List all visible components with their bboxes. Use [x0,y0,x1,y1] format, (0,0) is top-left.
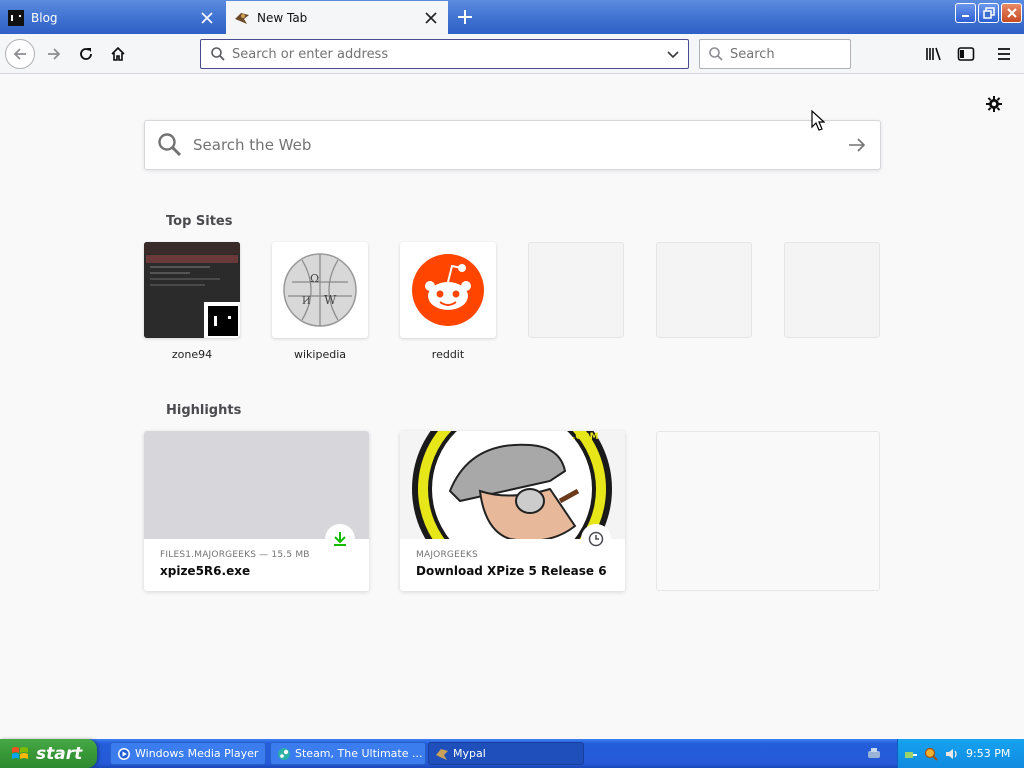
forward-button[interactable] [40,40,68,68]
home-button[interactable] [104,40,132,68]
top-sites-heading: Top Sites [166,214,233,229]
new-tab-plus-icon[interactable] [456,8,474,26]
close-tab-icon[interactable] [198,9,216,27]
tab-title: New Tab [257,10,308,25]
windows-logo-icon [10,745,30,763]
top-site-empty-slot[interactable] [528,242,624,338]
top-site-label: zone94 [171,348,213,361]
safely-remove-hardware-icon[interactable] [904,747,918,761]
download-icon [325,524,355,554]
taskbar: start Windows Media Player Steam, The Ul… [0,739,1024,768]
search-tray-icon[interactable] [924,747,938,761]
top-site-label: reddit [431,348,465,361]
search-bar[interactable] [699,39,900,69]
mypal-favicon-icon [234,10,250,26]
card-title: xpize5R6.exe [160,564,251,578]
media-player-icon [117,747,131,761]
reload-button[interactable] [72,40,100,68]
network-icon[interactable] [866,745,882,761]
mypal-icon [435,747,449,761]
title-bar: Blog New Tab [0,0,1024,34]
system-tray: 9:53 PM [897,739,1024,768]
top-site-empty-slot[interactable] [656,242,752,338]
close-window-button[interactable] [1001,3,1022,23]
top-site-empty-slot[interactable] [784,242,880,338]
top-site-label: wikipedia [293,348,346,361]
hamburger-menu-icon[interactable] [990,40,1018,68]
address-bar[interactable] [200,39,689,69]
highlight-empty-slot [656,431,880,591]
svg-text:W: W [324,293,337,307]
svg-text:Ω: Ω [310,272,319,285]
steam-icon [277,747,291,761]
zone94-screenshot [144,242,240,338]
task-label: Steam, The Ultimate ... [295,747,423,760]
search-icon [157,132,183,158]
top-site-wikipedia[interactable]: Ω W И [272,242,368,338]
card-source: MAJORGEEKS [416,550,478,560]
svg-text:И: И [302,296,311,307]
taskbar-item-windows-media-player[interactable]: Windows Media Player [110,742,266,765]
reddit-logo-icon [412,254,484,326]
blog-favicon-icon [8,10,24,26]
start-button[interactable]: start [0,739,97,768]
chevron-down-icon[interactable] [666,47,680,61]
card-thumbnail [144,431,369,539]
top-site-zone94[interactable] [144,242,240,338]
web-search-box[interactable] [144,120,881,170]
library-button[interactable] [920,40,948,68]
tab-new-tab[interactable]: New Tab [226,1,448,34]
top-site-reddit[interactable] [400,242,496,338]
svg-text:.COM: .COM [572,432,599,442]
tab-title: Blog [31,11,58,25]
wikipedia-globe-icon: Ω W И [283,253,357,327]
highlights-heading: Highlights [166,403,242,418]
card-source: FILES1.MAJORGEEKS — 15.5 MB [160,550,310,560]
gear-icon[interactable] [984,94,1004,114]
back-button[interactable] [5,39,35,69]
start-label: start [36,743,83,764]
volume-icon[interactable] [944,747,958,761]
search-input[interactable] [730,46,900,62]
taskbar-item-mypal[interactable]: Mypal [428,742,584,765]
restore-button[interactable] [978,3,999,23]
mouse-cursor-icon [811,110,825,132]
tab-blog[interactable]: Blog [0,2,224,34]
search-icon [210,46,226,62]
taskbar-item-steam[interactable]: Steam, The Ultimate ... [270,742,426,765]
new-tab-page: Top Sites Ω W И [0,75,1024,739]
minimize-button[interactable] [955,3,976,23]
card-thumbnail: .COM [400,431,625,539]
highlight-card-visited[interactable]: .COM MAJORGEEKS Download XPize 5 Release… [400,431,625,591]
navigation-toolbar [0,34,1024,74]
clock-icon [581,524,611,554]
close-tab-icon[interactable] [422,9,440,27]
task-label: Windows Media Player [135,747,259,760]
search-icon [708,46,724,62]
task-label: Mypal [453,747,486,760]
card-title: Download XPize 5 Release 6 [416,564,607,578]
web-search-input[interactable] [193,136,836,154]
address-input[interactable] [232,46,657,62]
arrow-right-icon[interactable] [848,138,866,152]
sidebar-toggle-button[interactable] [952,40,980,68]
highlight-card-download[interactable]: FILES1.MAJORGEEKS — 15.5 MB xpize5R6.exe [144,431,369,591]
clock[interactable]: 9:53 PM [966,747,1010,760]
